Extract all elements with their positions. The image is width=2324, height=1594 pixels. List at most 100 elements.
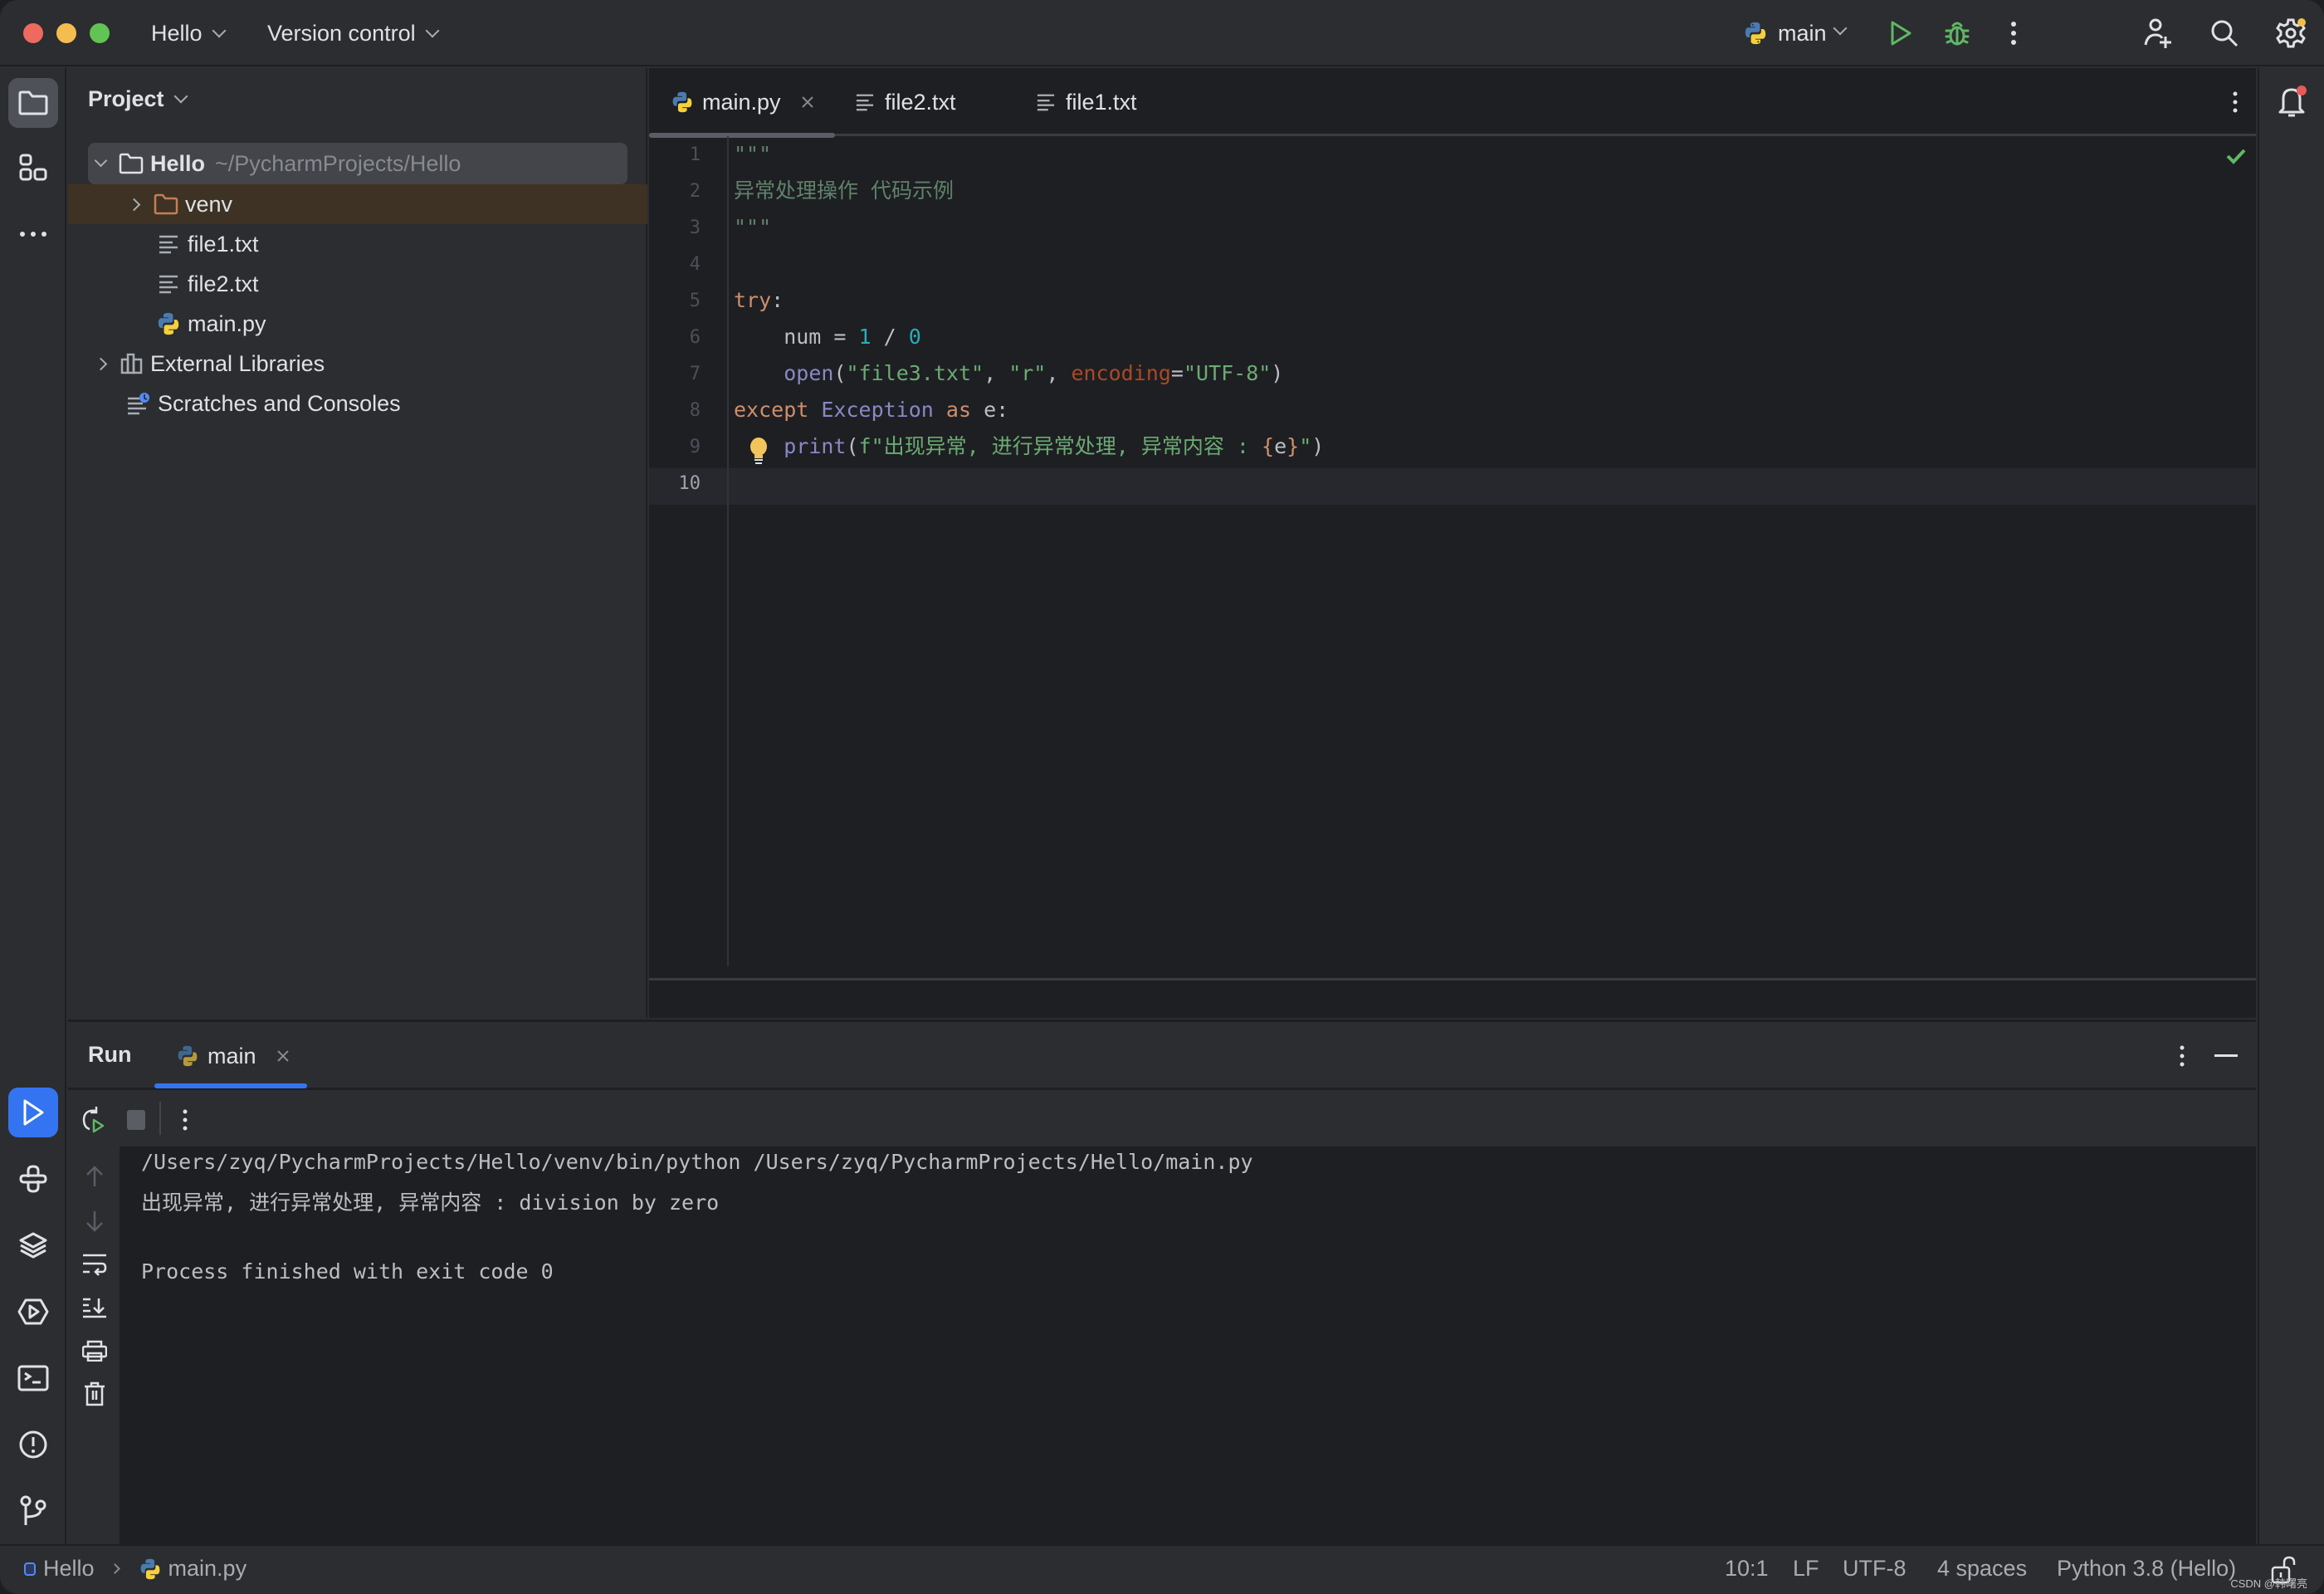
tree-item-external-libraries[interactable]: External Libraries bbox=[68, 344, 647, 384]
vcs-menu[interactable]: Version control bbox=[267, 18, 440, 48]
notifications-button[interactable] bbox=[2274, 81, 2311, 121]
tab-file1-txt[interactable]: file1.txt bbox=[1036, 68, 1137, 136]
console-output[interactable]: /Users/zyq/PycharmProjects/Hello/venv/bi… bbox=[121, 1147, 2256, 1547]
tree-item-main-py[interactable]: main.py bbox=[68, 304, 647, 344]
text-file-icon bbox=[159, 235, 178, 254]
project-panel-header[interactable]: Project bbox=[88, 86, 188, 112]
punct: = bbox=[1170, 361, 1184, 385]
debug-button[interactable] bbox=[1941, 17, 1974, 50]
print-button[interactable] bbox=[78, 1334, 111, 1367]
code-text: e: bbox=[971, 398, 1009, 422]
tree-item-venv[interactable]: venv bbox=[68, 184, 647, 224]
python-console-tool-button[interactable] bbox=[8, 1154, 58, 1204]
project-panel-title: Project bbox=[88, 86, 164, 111]
terminal-tool-button[interactable] bbox=[8, 1353, 58, 1403]
tree-item-scratches[interactable]: Scratches and Consoles bbox=[68, 384, 647, 423]
close-tab-icon[interactable] bbox=[801, 95, 814, 109]
close-tab-icon[interactable] bbox=[276, 1049, 290, 1063]
gear-icon bbox=[2276, 18, 2306, 48]
structure-tool-button[interactable] bbox=[8, 143, 58, 193]
more-actions-button[interactable] bbox=[1997, 17, 2030, 50]
tree-item-label: Hello bbox=[150, 150, 206, 176]
docstring: 异常处理操作 代码示例 bbox=[734, 178, 954, 203]
run-config-name: main bbox=[1778, 21, 1827, 46]
bell-icon bbox=[2278, 86, 2307, 117]
tree-item-hello[interactable]: Hello ~/PycharmProjects/Hello bbox=[68, 144, 647, 183]
scroll-up-button[interactable] bbox=[78, 1160, 111, 1193]
settings-button[interactable] bbox=[2273, 15, 2309, 51]
stop-button[interactable] bbox=[121, 1105, 151, 1135]
console-line: /Users/zyq/PycharmProjects/Hello/venv/bi… bbox=[141, 1150, 1253, 1174]
soft-wrap-button[interactable] bbox=[78, 1248, 111, 1281]
builtin-class: Exception bbox=[821, 398, 934, 422]
code-line-7: open("file3.txt", "r", encoding="UTF-8") bbox=[734, 355, 1283, 392]
arrow-down-icon bbox=[86, 1211, 103, 1232]
run-tab-label: main bbox=[208, 1043, 256, 1068]
search-everywhere-button[interactable] bbox=[2206, 15, 2243, 51]
inspection-ok-icon[interactable] bbox=[2226, 148, 2246, 164]
docstring: """ bbox=[734, 142, 772, 166]
run-button[interactable] bbox=[1884, 17, 1917, 50]
tree-item-path: ~/PycharmProjects/Hello bbox=[215, 150, 461, 176]
run-tab-main[interactable]: main bbox=[176, 1022, 290, 1090]
line-number: 6 bbox=[689, 327, 701, 348]
tab-options-button[interactable] bbox=[2223, 86, 2248, 118]
git-tool-button[interactable] bbox=[8, 1486, 58, 1536]
status-bar: Hello main.py 10:1 LF UTF-8 4 spaces Pyt… bbox=[0, 1544, 2324, 1594]
tree-item-file1[interactable]: file1.txt bbox=[68, 224, 647, 264]
run-panel-header: Run main bbox=[68, 1022, 2256, 1090]
stop-icon bbox=[127, 1110, 145, 1130]
chevron-right-icon bbox=[109, 1563, 120, 1574]
run-tool-button[interactable] bbox=[8, 1088, 58, 1137]
indent-setting[interactable]: 4 spaces bbox=[1937, 1556, 2027, 1582]
services-tool-button[interactable] bbox=[8, 1287, 58, 1337]
chevron-down-icon bbox=[173, 89, 188, 104]
breadcrumb: Hello main.py bbox=[23, 1556, 247, 1582]
maximize-window-button[interactable] bbox=[90, 23, 110, 43]
run-icon bbox=[23, 1099, 44, 1126]
line-number: 8 bbox=[689, 400, 701, 421]
close-window-button[interactable] bbox=[23, 23, 43, 43]
problems-tool-button[interactable] bbox=[8, 1420, 58, 1469]
tab-label: file1.txt bbox=[1066, 89, 1137, 115]
tree-item-file2[interactable]: file2.txt bbox=[68, 264, 647, 304]
clear-all-button[interactable] bbox=[78, 1377, 111, 1411]
lightbulb-icon[interactable] bbox=[749, 437, 769, 465]
scroll-to-end-icon bbox=[83, 1298, 106, 1318]
run-config-selector[interactable]: main bbox=[1743, 18, 1848, 48]
breadcrumb-file[interactable]: main.py bbox=[168, 1556, 247, 1582]
fstring: f"出现异常, 进行异常处理, 异常内容 : bbox=[858, 434, 1262, 458]
scroll-to-end-button[interactable] bbox=[78, 1291, 111, 1324]
punct: ) bbox=[1271, 361, 1284, 385]
python-file-icon bbox=[140, 1558, 159, 1579]
console-side-toolbar bbox=[68, 1147, 121, 1547]
file-encoding[interactable]: UTF-8 bbox=[1843, 1556, 1907, 1582]
code-line-3: """ bbox=[734, 209, 771, 246]
more-tools-button[interactable] bbox=[8, 209, 58, 259]
project-switcher[interactable]: Hello bbox=[151, 18, 227, 48]
caret-position[interactable]: 10:1 bbox=[1725, 1556, 1769, 1582]
code-with-me-button[interactable] bbox=[2140, 15, 2176, 51]
run-more-button[interactable] bbox=[173, 1103, 198, 1137]
rerun-button[interactable] bbox=[76, 1103, 110, 1137]
keyword: try bbox=[734, 288, 772, 312]
scroll-down-button[interactable] bbox=[78, 1205, 111, 1238]
minimize-window-button[interactable] bbox=[56, 23, 76, 43]
add-user-icon bbox=[2144, 18, 2171, 48]
tab-main-py[interactable]: main.py bbox=[671, 68, 814, 136]
tab-file2-txt[interactable]: file2.txt bbox=[855, 68, 956, 136]
breadcrumb-project[interactable]: Hello bbox=[43, 1556, 95, 1582]
python-interpreter[interactable]: Python 3.8 (Hello) bbox=[2057, 1556, 2236, 1582]
python-packages-tool-button[interactable] bbox=[8, 1220, 58, 1270]
line-separator[interactable]: LF bbox=[1793, 1556, 1819, 1582]
string: "UTF-8" bbox=[1183, 361, 1272, 385]
code-line-5: try: bbox=[734, 282, 784, 319]
python-file-icon bbox=[158, 312, 179, 335]
trash-icon bbox=[85, 1381, 105, 1406]
folder-icon bbox=[18, 90, 48, 115]
project-tool-button[interactable] bbox=[8, 78, 58, 128]
run-panel-title: Run bbox=[88, 1042, 132, 1067]
hide-panel-button[interactable] bbox=[2209, 1040, 2243, 1072]
more-vertical-icon bbox=[2180, 1045, 2185, 1067]
run-panel-options-button[interactable] bbox=[2170, 1040, 2195, 1072]
